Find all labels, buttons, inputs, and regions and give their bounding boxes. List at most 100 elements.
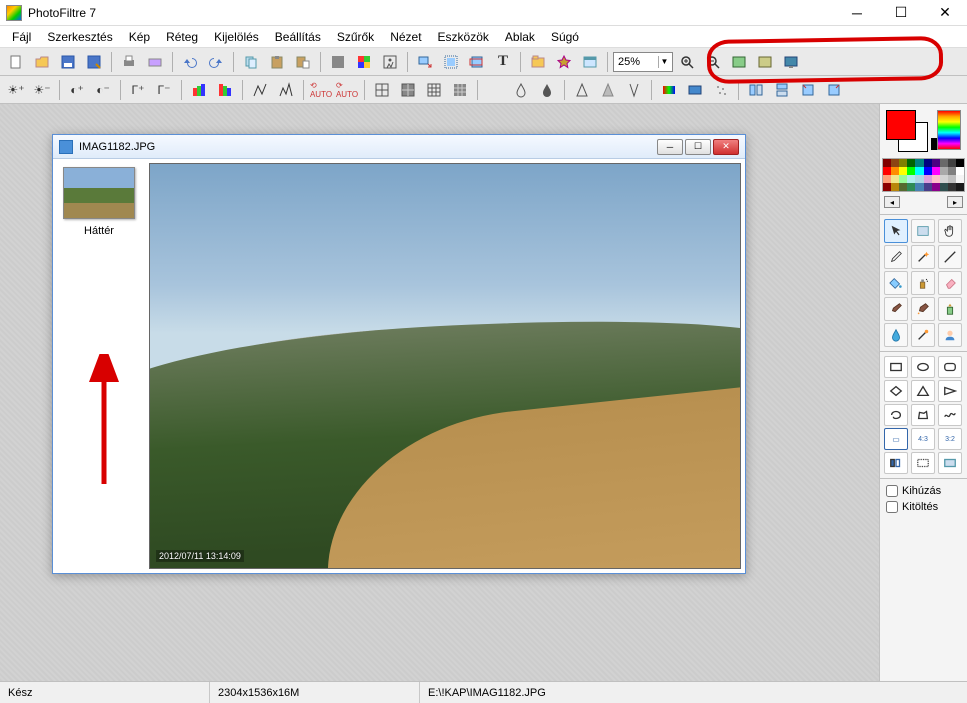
palette-swatch[interactable] bbox=[932, 175, 940, 183]
gray-icon[interactable] bbox=[483, 78, 507, 102]
histo1-icon[interactable] bbox=[248, 78, 272, 102]
grid3-icon[interactable] bbox=[422, 78, 446, 102]
image-canvas[interactable]: 2012/07/11 13:14:09 bbox=[149, 163, 741, 569]
contrastminus-icon[interactable]: ◐⁻ bbox=[91, 78, 115, 102]
redo-icon[interactable] bbox=[204, 50, 228, 74]
palette-next-button[interactable]: ▸ bbox=[947, 196, 963, 208]
gammaplus-icon[interactable]: Γ⁺ bbox=[126, 78, 150, 102]
palette-swatch[interactable] bbox=[899, 167, 907, 175]
option-fill-checkbox[interactable] bbox=[886, 501, 898, 513]
palette-swatch[interactable] bbox=[899, 183, 907, 191]
palette-swatch[interactable] bbox=[891, 167, 899, 175]
histogram-icon[interactable] bbox=[378, 50, 402, 74]
palette-swatch[interactable] bbox=[932, 167, 940, 175]
shape-diamond[interactable] bbox=[884, 380, 908, 402]
menu-edit[interactable]: Szerkesztés bbox=[39, 28, 120, 46]
zoomin-icon[interactable] bbox=[675, 50, 699, 74]
blur-icon[interactable] bbox=[596, 78, 620, 102]
palette-swatch[interactable] bbox=[883, 183, 891, 191]
zoom-combobox[interactable]: 25% ▼ bbox=[613, 52, 673, 72]
palette-swatch[interactable] bbox=[907, 159, 915, 167]
histo2-icon[interactable] bbox=[274, 78, 298, 102]
module-icon[interactable] bbox=[578, 50, 602, 74]
menu-layer[interactable]: Réteg bbox=[158, 28, 206, 46]
palette-swatch[interactable] bbox=[932, 159, 940, 167]
palette-swatch[interactable] bbox=[915, 159, 923, 167]
drop1-icon[interactable] bbox=[509, 78, 533, 102]
shape-ratio1[interactable]: ▭ bbox=[884, 428, 908, 450]
shape-ellipse[interactable] bbox=[911, 356, 935, 378]
palette-swatch[interactable] bbox=[940, 159, 948, 167]
palette-swatch[interactable] bbox=[899, 159, 907, 167]
palette-swatch[interactable] bbox=[924, 159, 932, 167]
brightminus-icon[interactable]: ☀⁻ bbox=[30, 78, 54, 102]
rotr-icon[interactable] bbox=[822, 78, 846, 102]
brightplus-icon[interactable]: ☀⁺ bbox=[4, 78, 28, 102]
sharpen-icon[interactable] bbox=[570, 78, 594, 102]
image-window-titlebar[interactable]: IMAG1182.JPG ─ ☐ ✕ bbox=[53, 135, 745, 159]
palette-swatch[interactable] bbox=[924, 183, 932, 191]
palette-swatch[interactable] bbox=[915, 183, 923, 191]
copy-icon[interactable] bbox=[239, 50, 263, 74]
clone-tool[interactable] bbox=[938, 297, 962, 321]
maximize-button[interactable]: ☐ bbox=[879, 0, 923, 26]
foreground-color-swatch[interactable] bbox=[886, 110, 916, 140]
autolevel-icon[interactable]: ⟲AUTO bbox=[309, 78, 333, 102]
palette-swatch[interactable] bbox=[948, 167, 956, 175]
grid1-icon[interactable] bbox=[370, 78, 394, 102]
grid2-icon[interactable] bbox=[396, 78, 420, 102]
shape-settings[interactable] bbox=[938, 452, 962, 474]
grid4-icon[interactable] bbox=[448, 78, 472, 102]
palette-swatch[interactable] bbox=[891, 175, 899, 183]
crop-icon[interactable] bbox=[465, 50, 489, 74]
palette-swatch[interactable] bbox=[940, 183, 948, 191]
hand-tool[interactable] bbox=[938, 219, 962, 243]
color-palette[interactable] bbox=[882, 158, 965, 192]
fliph-icon[interactable] bbox=[744, 78, 768, 102]
image-canvas-area[interactable]: 2012/07/11 13:14:09 bbox=[145, 159, 745, 573]
minimize-button[interactable]: ─ bbox=[835, 0, 879, 26]
palette-swatch[interactable] bbox=[956, 183, 964, 191]
option-outline[interactable]: Kihúzás bbox=[886, 485, 961, 497]
palette-swatch[interactable] bbox=[932, 183, 940, 191]
shape-rect[interactable] bbox=[884, 356, 908, 378]
palette-swatch[interactable] bbox=[948, 183, 956, 191]
shape-roundrect[interactable] bbox=[938, 356, 962, 378]
option-outline-checkbox[interactable] bbox=[886, 485, 898, 497]
menu-file[interactable]: Fájl bbox=[4, 28, 39, 46]
new-icon[interactable] bbox=[4, 50, 28, 74]
spray-tool[interactable] bbox=[911, 271, 935, 295]
line-tool[interactable] bbox=[938, 245, 962, 269]
menu-selection[interactable]: Kijelölés bbox=[206, 28, 267, 46]
shape-ratio43[interactable]: 4:3 bbox=[911, 428, 935, 450]
autocontrast-icon[interactable]: ⟳AUTO bbox=[335, 78, 359, 102]
palette-prev-button[interactable]: ◂ bbox=[884, 196, 900, 208]
palette-swatch[interactable] bbox=[940, 175, 948, 183]
spectrum-picker[interactable] bbox=[937, 110, 961, 150]
palette-swatch[interactable] bbox=[948, 175, 956, 183]
shape-lasso[interactable] bbox=[884, 404, 908, 426]
flipv-icon[interactable] bbox=[770, 78, 794, 102]
palette-swatch[interactable] bbox=[956, 167, 964, 175]
selection-tool[interactable] bbox=[911, 219, 935, 243]
zoomout-icon[interactable] bbox=[701, 50, 725, 74]
imgsize-icon[interactable] bbox=[413, 50, 437, 74]
explore-icon[interactable] bbox=[526, 50, 550, 74]
autofit-icon[interactable] bbox=[753, 50, 777, 74]
palette-swatch[interactable] bbox=[940, 167, 948, 175]
color2-icon[interactable] bbox=[683, 78, 707, 102]
eraser-tool[interactable] bbox=[938, 271, 962, 295]
palette-swatch[interactable] bbox=[883, 159, 891, 167]
save-icon[interactable] bbox=[56, 50, 80, 74]
contrastplus-icon[interactable]: ◐⁺ bbox=[65, 78, 89, 102]
print-icon[interactable] bbox=[117, 50, 141, 74]
palette-swatch[interactable] bbox=[956, 159, 964, 167]
layer-thumbnail[interactable] bbox=[63, 167, 135, 219]
satplus-icon[interactable] bbox=[187, 78, 211, 102]
dropdown-arrow-icon[interactable]: ▼ bbox=[658, 56, 670, 68]
palette-swatch[interactable] bbox=[924, 167, 932, 175]
gammaminus-icon[interactable]: Γ⁻ bbox=[152, 78, 176, 102]
saveas-icon[interactable] bbox=[82, 50, 106, 74]
wand-tool[interactable] bbox=[911, 245, 935, 269]
palette-swatch[interactable] bbox=[907, 167, 915, 175]
